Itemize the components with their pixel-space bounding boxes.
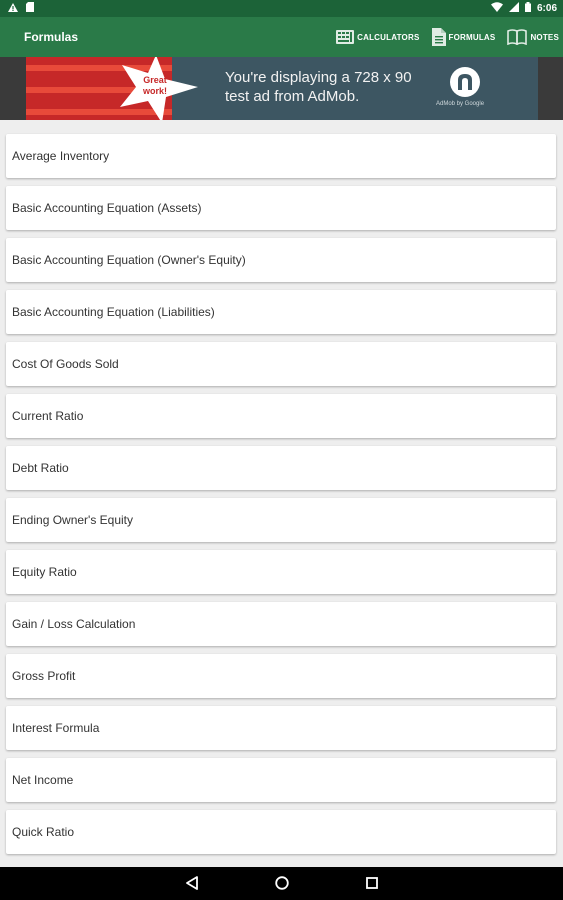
formula-list-item[interactable]: Quick Ratio — [6, 810, 556, 854]
calculators-label: CALCULATORS — [357, 32, 420, 42]
formula-list: Average Inventory Basic Accounting Equati… — [6, 134, 556, 862]
battery-icon — [524, 2, 531, 15]
app-bar: Formulas CALCULATORS FORMULAS NOTES — [0, 17, 563, 57]
formula-label: Interest Formula — [12, 721, 100, 735]
ad-caption: AdMob by Google — [436, 101, 485, 107]
admob-logo-icon — [450, 67, 480, 97]
formula-list-item[interactable]: Debt Ratio — [6, 446, 556, 490]
wifi-icon — [490, 2, 503, 15]
formula-label: Basic Accounting Equation (Liabilities) — [12, 305, 215, 319]
formula-label: Gain / Loss Calculation — [12, 617, 136, 631]
formula-label: Current Ratio — [12, 409, 84, 423]
formula-list-item[interactable]: Equity Ratio — [6, 550, 556, 594]
sd-card-icon — [26, 2, 34, 15]
formulas-label: FORMULAS — [448, 32, 496, 42]
formula-label: Cost Of Goods Sold — [12, 357, 119, 371]
formula-list-item[interactable]: Basic Accounting Equation (Owner's Equit… — [6, 238, 556, 282]
status-time: 6:06 — [536, 3, 557, 14]
formula-list-item[interactable]: Current Ratio — [6, 394, 556, 438]
formula-label: Basic Accounting Equation (Assets) — [12, 201, 202, 215]
formula-label: Average Inventory — [12, 149, 110, 163]
warning-icon — [8, 2, 18, 15]
ad-text: You're displaying a 728 x 90 test ad fro… — [225, 68, 412, 106]
formula-list-item[interactable]: Net Income — [6, 758, 556, 802]
formula-label: Quick Ratio — [12, 825, 75, 839]
ad-content[interactable]: Great work! You're displaying a 728 x 90… — [26, 57, 538, 120]
formula-list-item[interactable]: Basic Accounting Equation (Liabilities) — [6, 290, 556, 334]
ad-banner[interactable]: Great work! You're displaying a 728 x 90… — [0, 57, 563, 120]
signal-icon — [508, 2, 519, 15]
page-title: Formulas — [24, 30, 79, 44]
formula-list-item[interactable]: Ending Owner's Equity — [6, 498, 556, 542]
formula-label: Net Income — [12, 773, 74, 787]
calculator-icon — [336, 30, 355, 44]
ad-badge-text: Great work! — [142, 75, 167, 96]
formula-list-item[interactable]: Average Inventory — [6, 134, 556, 178]
calculators-button[interactable]: CALCULATORS — [336, 30, 419, 44]
formula-list-item[interactable]: Gain / Loss Calculation — [6, 602, 556, 646]
formula-label: Gross Profit — [12, 669, 76, 683]
notes-label: NOTES — [530, 32, 559, 42]
document-icon — [431, 28, 446, 46]
formula-label: Basic Accounting Equation (Owner's Equit… — [12, 253, 246, 267]
formulas-button[interactable]: FORMULAS — [431, 28, 496, 46]
formula-label: Ending Owner's Equity — [12, 513, 134, 527]
formula-list-item[interactable]: Interest Formula — [6, 706, 556, 750]
back-icon[interactable] — [186, 876, 198, 895]
notes-button[interactable]: NOTES — [507, 29, 559, 45]
formula-label: Equity Ratio — [12, 565, 77, 579]
recent-apps-icon[interactable] — [366, 876, 378, 894]
formula-list-item[interactable]: Cost Of Goods Sold — [6, 342, 556, 386]
formula-list-item[interactable]: Gross Profit — [6, 654, 556, 698]
home-icon[interactable] — [275, 876, 289, 895]
ad-text-line-2: test ad from AdMob. — [225, 88, 360, 105]
navigation-bar — [0, 867, 563, 900]
ad-text-line-1: You're displaying a 728 x 90 — [225, 69, 412, 86]
status-bar: 6:06 — [0, 0, 563, 17]
formula-label: Debt Ratio — [12, 461, 69, 475]
formula-list-item[interactable]: Basic Accounting Equation (Assets) — [6, 186, 556, 230]
book-icon — [507, 29, 528, 45]
